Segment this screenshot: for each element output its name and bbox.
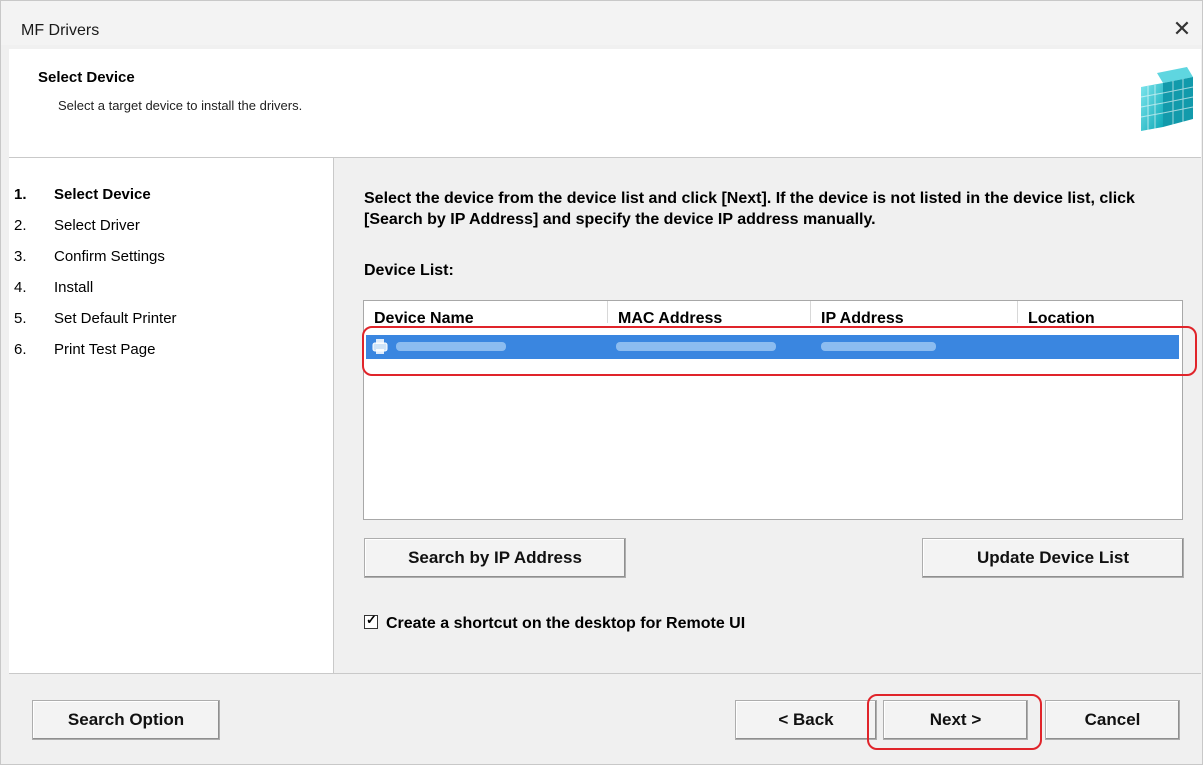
blurred-mac-address	[616, 342, 776, 351]
step-label: Confirm Settings	[54, 248, 165, 265]
table-row[interactable]	[366, 335, 1179, 359]
next-button[interactable]: Next >	[883, 700, 1028, 740]
device-list[interactable]: Device Name MAC Address IP Address Locat…	[363, 300, 1183, 520]
blurred-ip-address	[821, 342, 936, 351]
column-device-name[interactable]: Device Name	[364, 301, 608, 323]
column-mac-address[interactable]: MAC Address	[608, 301, 811, 323]
step-label: Set Default Printer	[54, 310, 177, 327]
step-number: 4.	[14, 279, 27, 296]
shortcut-checkbox-label: Create a shortcut on the desktop for Rem…	[386, 615, 746, 632]
search-option-button[interactable]: Search Option	[32, 700, 220, 740]
wizard-footer: Search Option < Back Next > Cancel	[9, 673, 1201, 764]
step-number: 2.	[14, 217, 27, 234]
close-icon[interactable]: ✕	[1168, 15, 1196, 43]
title-bar: MF Drivers ✕	[1, 1, 1202, 45]
blurred-device-name	[396, 342, 506, 351]
content-panel: Select the device from the device list a…	[334, 158, 1201, 673]
instructions-text: Select the device from the device list a…	[364, 190, 1135, 228]
step-number: 6.	[14, 341, 27, 358]
column-location[interactable]: Location	[1018, 301, 1182, 323]
step-number: 5.	[14, 310, 27, 327]
checkmark-icon: ✓	[366, 612, 377, 627]
step-label: Select Device	[54, 186, 151, 203]
step-label: Select Driver	[54, 217, 140, 234]
steps-panel: 1. Select Device 2. Select Driver 3. Con…	[9, 158, 334, 673]
installer-window: MF Drivers ✕ Select Device Select a targ…	[0, 0, 1203, 765]
header-title: Select Device	[38, 69, 135, 86]
step-number: 3.	[14, 248, 27, 265]
printer-icon	[372, 339, 388, 354]
shortcut-checkbox[interactable]: ✓	[364, 612, 378, 629]
step-label: Install	[54, 279, 94, 296]
wizard-header: Select Device Select a target device to …	[9, 49, 1201, 158]
installer-cube-icon	[1140, 67, 1194, 131]
column-ip-address[interactable]: IP Address	[811, 301, 1018, 323]
step-label: Print Test Page	[54, 341, 156, 358]
window-title: MF Drivers	[21, 22, 100, 39]
device-list-label: Device List:	[364, 262, 454, 279]
search-by-ip-button[interactable]: Search by IP Address	[364, 538, 626, 578]
back-button[interactable]: < Back	[735, 700, 877, 740]
shortcut-checkbox-row[interactable]: ✓ Create a shortcut on the desktop for Re…	[364, 612, 746, 633]
update-device-list-button[interactable]: Update Device List	[922, 538, 1184, 578]
header-subtitle: Select a target device to install the dr…	[58, 98, 303, 113]
device-list-header: Device Name MAC Address IP Address Locat…	[364, 301, 1182, 323]
cancel-button[interactable]: Cancel	[1045, 700, 1180, 740]
step-number: 1.	[14, 186, 27, 203]
